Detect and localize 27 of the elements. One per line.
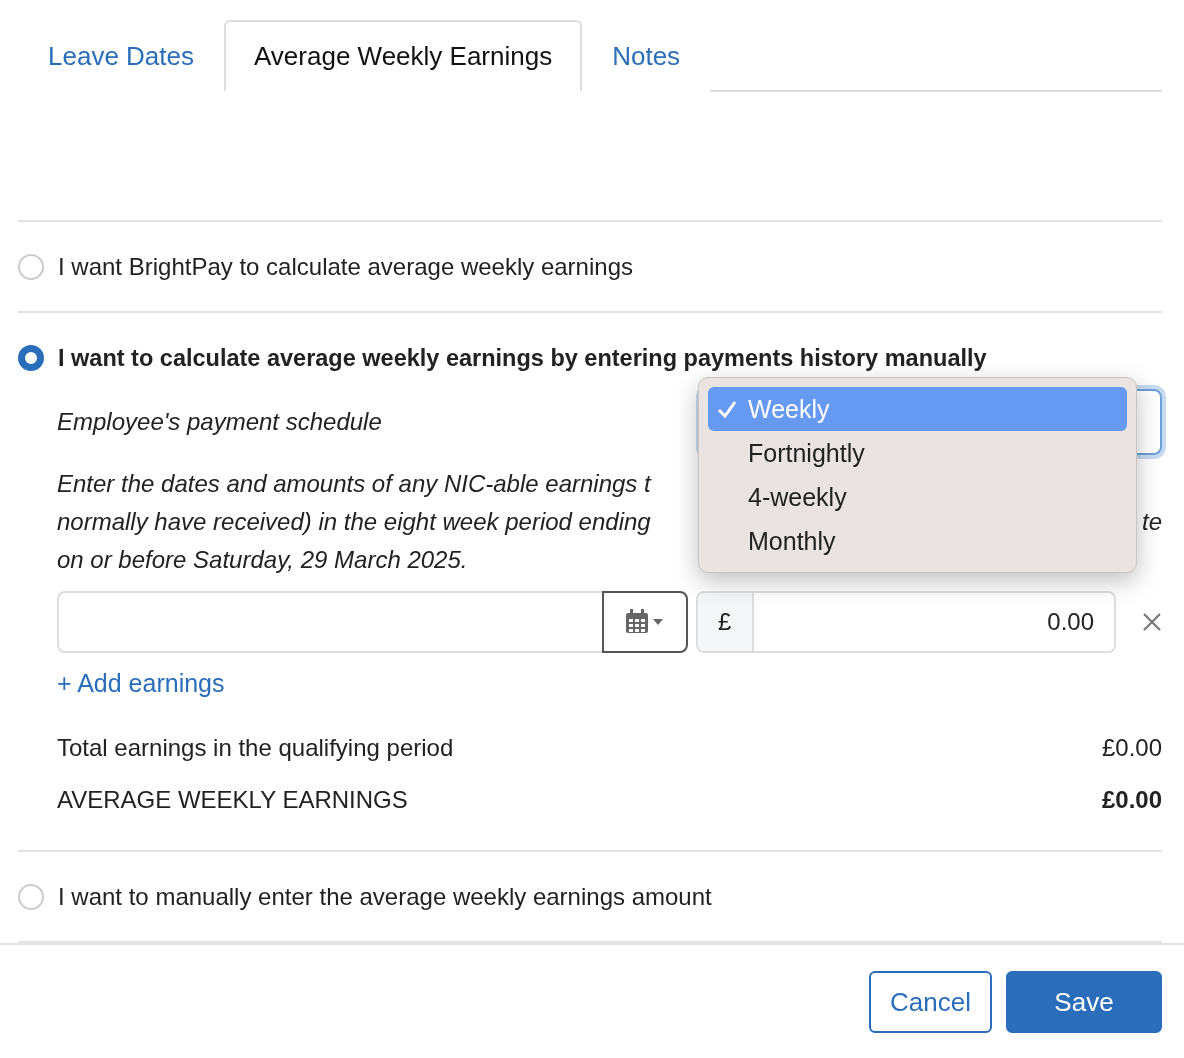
remove-icon[interactable] (1142, 612, 1162, 632)
option-label: I want to manually enter the average weekly earnings amount (58, 882, 712, 911)
calendar-icon (624, 609, 665, 635)
instruction-text: on or before Saturday, 29 March 2025. (57, 546, 468, 574)
option-label: I want BrightPay to calculate average weekly earnings (58, 252, 633, 281)
total-value: £0.00 (1101, 734, 1162, 762)
average-value: £0.00 (1101, 786, 1162, 814)
option-label: I want to calculate average weekly earnings by entering payments history manually (58, 344, 987, 372)
radio-button[interactable] (18, 345, 44, 371)
cancel-button[interactable]: Cancel (869, 971, 992, 1033)
field-label: Employee's payment schedule (57, 408, 382, 436)
amount-field[interactable]: £ 0.00 (695, 591, 1116, 653)
instruction-text: Enter the dates and amounts of any NIC-able earnings t (57, 470, 651, 498)
menu-item[interactable]: Monthly (708, 519, 1127, 563)
add-earnings-link[interactable]: + Add earnings (57, 669, 225, 698)
average-label: AVERAGE WEEKLY EARNINGS (57, 786, 408, 814)
menu-item[interactable]: Fortnightly (708, 431, 1127, 475)
save-button[interactable]: Save (1006, 971, 1162, 1033)
total-label: Total earnings in the qualifying period (57, 734, 454, 762)
tab[interactable]: Average Weekly Earnings (224, 20, 583, 92)
menu-item[interactable]: 4-weekly (708, 475, 1127, 519)
date-picker-button[interactable] (601, 591, 688, 653)
instruction-text: te (1142, 508, 1162, 536)
date-field[interactable] (57, 591, 602, 653)
check-icon (716, 398, 738, 420)
instruction-text: normally have received) in the eight week period ending (57, 508, 651, 536)
currency-symbol: £ (697, 593, 754, 651)
